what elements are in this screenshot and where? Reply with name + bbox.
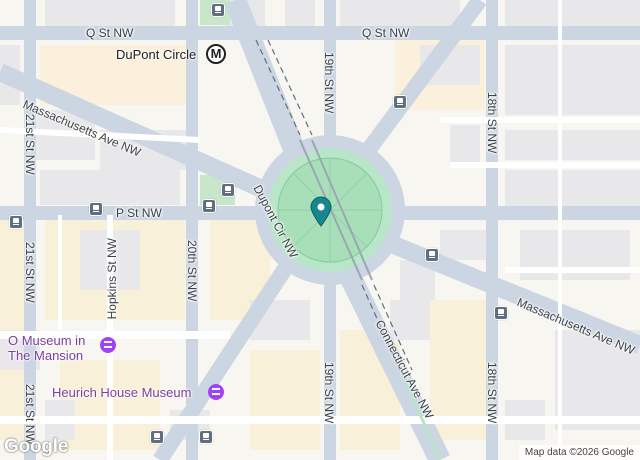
place-label-o-museum-line2: The Mansion — [8, 347, 84, 363]
street-label-19th-top: 19th St NW — [322, 52, 336, 114]
street-label-hopkins: Hopkins St NW — [105, 238, 119, 320]
place-label-heurich-house[interactable]: Heurich House Museum — [52, 385, 191, 401]
street-label-20th: 20th St NW — [185, 240, 199, 302]
bus-stop-icon[interactable] — [211, 3, 225, 17]
bus-stop-icon[interactable] — [202, 199, 216, 213]
location-pin-icon[interactable] — [309, 196, 333, 228]
street-label-p-st: P St NW — [116, 206, 162, 220]
google-logo[interactable]: Google — [4, 436, 68, 458]
place-label-o-museum-line1: O Museum in — [8, 333, 86, 348]
bus-stop-icon[interactable] — [9, 215, 23, 229]
street-label-18th-bottom: 18th St NW — [485, 362, 499, 424]
street-label-q-st-right: Q St NW — [362, 26, 410, 40]
street-label-21st-top: 21st St NW — [23, 114, 37, 175]
street-label-q-st-left: Q St NW — [86, 26, 134, 40]
metro-station-label[interactable]: DuPont Circle — [116, 47, 196, 62]
street-label-18th-top: 18th St NW — [485, 92, 499, 154]
bus-stop-icon[interactable] — [425, 248, 439, 262]
bus-stop-icon[interactable] — [393, 95, 407, 109]
metro-icon[interactable]: M — [206, 44, 226, 64]
bus-stop-icon[interactable] — [221, 183, 235, 197]
map-canvas[interactable]: Q St NW Q St NW Massachusetts Ave NW Mas… — [0, 0, 640, 460]
bus-stop-icon[interactable] — [199, 430, 213, 444]
museum-icon[interactable] — [100, 337, 116, 353]
street-label-19th-bottom: 19th St NW — [322, 362, 336, 424]
bus-stop-icon[interactable] — [494, 306, 508, 320]
museum-icon[interactable] — [208, 384, 224, 400]
bus-stop-icon[interactable] — [89, 202, 103, 216]
street-label-21st-mid: 21st St NW — [23, 242, 37, 303]
place-label-o-museum[interactable]: O Museum in The Mansion — [8, 333, 86, 364]
map-attribution[interactable]: Map data ©2026 Google — [518, 445, 640, 460]
bus-stop-icon[interactable] — [150, 430, 164, 444]
